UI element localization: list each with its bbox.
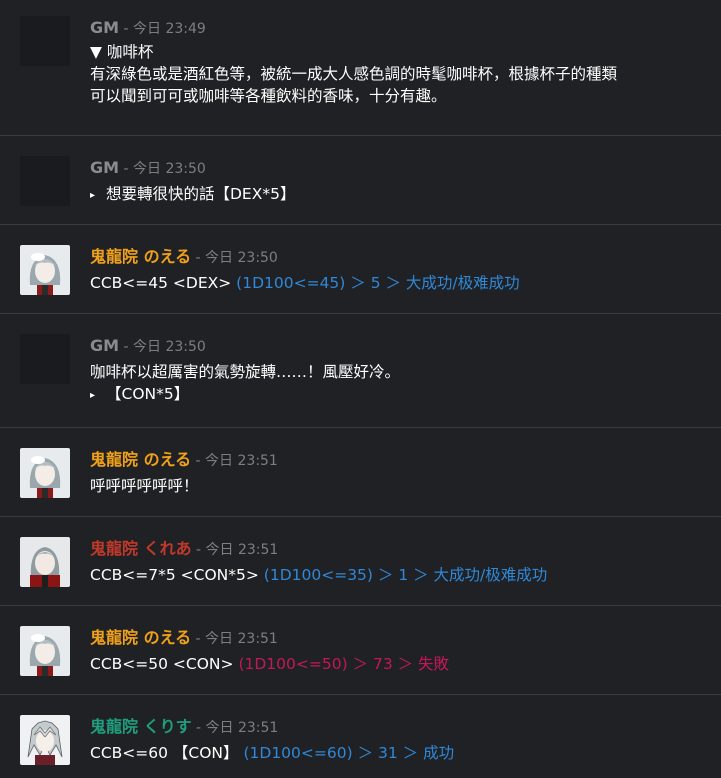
character-avatar-icon [20,245,70,295]
chat-message: 鬼龍院 のえる - 今日 23:51 CCB<=50 <CON> (1D100<… [0,606,721,695]
timestamp: - 今日 23:50 [123,161,206,177]
author-name[interactable]: 鬼龍院 のえる [90,628,191,647]
avatar[interactable] [20,245,70,295]
message-text-content: 想要轉很快的話【DEX*5】 [106,185,296,203]
author-name[interactable]: 鬼龍院 のえる [90,450,191,469]
chat-message: 鬼龍院 くりす - 今日 23:51 CCB<=60 【CON】 (1D100<… [0,695,721,778]
message-text: 咖啡杯以超厲害的氣勢旋轉……！風壓好冷。 [90,363,401,381]
message-header: 鬼龍院 のえる - 今日 23:51 [90,450,711,471]
timestamp: - 今日 23:50 [123,339,206,355]
author-name[interactable]: 鬼龍院 くりす [90,717,192,736]
dice-command: CCB<=7*5 <CON*5> [90,566,259,584]
roll-result: (1D100<=60) ＞ 31 ＞ 成功 [243,744,455,762]
avatar[interactable] [20,626,70,676]
chat-message: 鬼龍院 のえる - 今日 23:51 呼呼呼呼呼呼！ [0,428,721,517]
message-header: GM - 今日 23:49 [90,18,711,39]
dice-command: CCB<=45 <DEX> [90,274,232,292]
dice-roll-result: CCB<=7*5 <CON*5> (1D100<=35) ＞ 1 ＞ 大成功/极… [90,564,711,586]
message-header: 鬼龍院 のえる - 今日 23:51 [90,628,711,649]
chat-message: 鬼龍院 くれあ - 今日 23:51 CCB<=7*5 <CON*5> (1D1… [0,517,721,606]
author-name[interactable]: 鬼龍院 くれあ [90,539,192,558]
timestamp: - 今日 23:51 [196,542,279,558]
chat-message: GM - 今日 23:49 ▼ 咖啡杯 有深綠色或是酒紅色等，被統一成大人感色調… [0,0,721,136]
roll-result: (1D100<=35) ＞ 1 ＞ 大成功/极难成功 [263,566,548,584]
author-name[interactable]: GM [90,158,119,177]
timestamp: - 今日 23:51 [195,631,278,647]
avatar[interactable] [20,156,70,206]
author-name[interactable]: GM [90,336,119,355]
avatar[interactable] [20,16,70,66]
timestamp: - 今日 23:49 [123,21,206,37]
dice-roll-result: CCB<=50 <CON> (1D100<=50) ＞ 73 ＞ 失敗 [90,653,711,675]
author-name[interactable]: GM [90,18,119,37]
character-avatar-icon [20,715,70,765]
character-avatar-icon [20,448,70,498]
avatar[interactable] [20,334,70,384]
chat-message: GM - 今日 23:50 ▸ 想要轉很快的話【DEX*5】 [0,136,721,225]
roll-result: (1D100<=45) ＞ 5 ＞ 大成功/极难成功 [236,274,520,292]
dice-command: CCB<=60 【CON】 [90,744,239,762]
chat-message: 鬼龍院 のえる - 今日 23:50 CCB<=45 <DEX> (1D100<… [0,225,721,314]
dice-command: CCB<=50 <CON> [90,655,234,673]
message-text: ▸ 想要轉很快的話【DEX*5】 [90,183,711,207]
message-header: 鬼龍院 のえる - 今日 23:50 [90,247,711,268]
timestamp: - 今日 23:51 [196,720,279,736]
triangle-right-icon: ▸ [90,390,96,401]
timestamp: - 今日 23:50 [195,250,278,266]
character-avatar-icon [20,537,70,587]
message-text: 有深綠色或是酒紅色等，被統一成大人感色調的時髦咖啡杯，根據杯子的種類可以聞到可可… [90,65,618,105]
roll-result: (1D100<=50) ＞ 73 ＞ 失敗 [238,655,450,673]
dice-roll-result: CCB<=60 【CON】 (1D100<=60) ＞ 31 ＞ 成功 [90,742,711,764]
avatar[interactable] [20,448,70,498]
character-avatar-icon [20,626,70,676]
chat-message: GM - 今日 23:50 咖啡杯以超厲害的氣勢旋轉……！風壓好冷。 ▸ 【CON… [0,314,721,428]
avatar[interactable] [20,537,70,587]
message-text-content: 【CON*5】 [106,385,190,403]
message-text: 呼呼呼呼呼呼！ [90,477,199,495]
message-text: ▸ 【CON*5】 [90,383,711,407]
avatar[interactable] [20,715,70,765]
timestamp: - 今日 23:51 [195,453,278,469]
dice-roll-result: CCB<=45 <DEX> (1D100<=45) ＞ 5 ＞ 大成功/极难成功 [90,272,711,294]
message-header: GM - 今日 23:50 [90,158,711,179]
message-header: GM - 今日 23:50 [90,336,711,357]
message-header: 鬼龍院 くりす - 今日 23:51 [90,717,711,738]
author-name[interactable]: 鬼龍院 のえる [90,247,191,266]
triangle-right-icon: ▸ [90,190,96,201]
message-header: 鬼龍院 くれあ - 今日 23:51 [90,539,711,560]
chat-log: GM - 今日 23:49 ▼ 咖啡杯 有深綠色或是酒紅色等，被統一成大人感色調… [0,0,721,778]
message-title: ▼ 咖啡杯 [90,43,154,61]
